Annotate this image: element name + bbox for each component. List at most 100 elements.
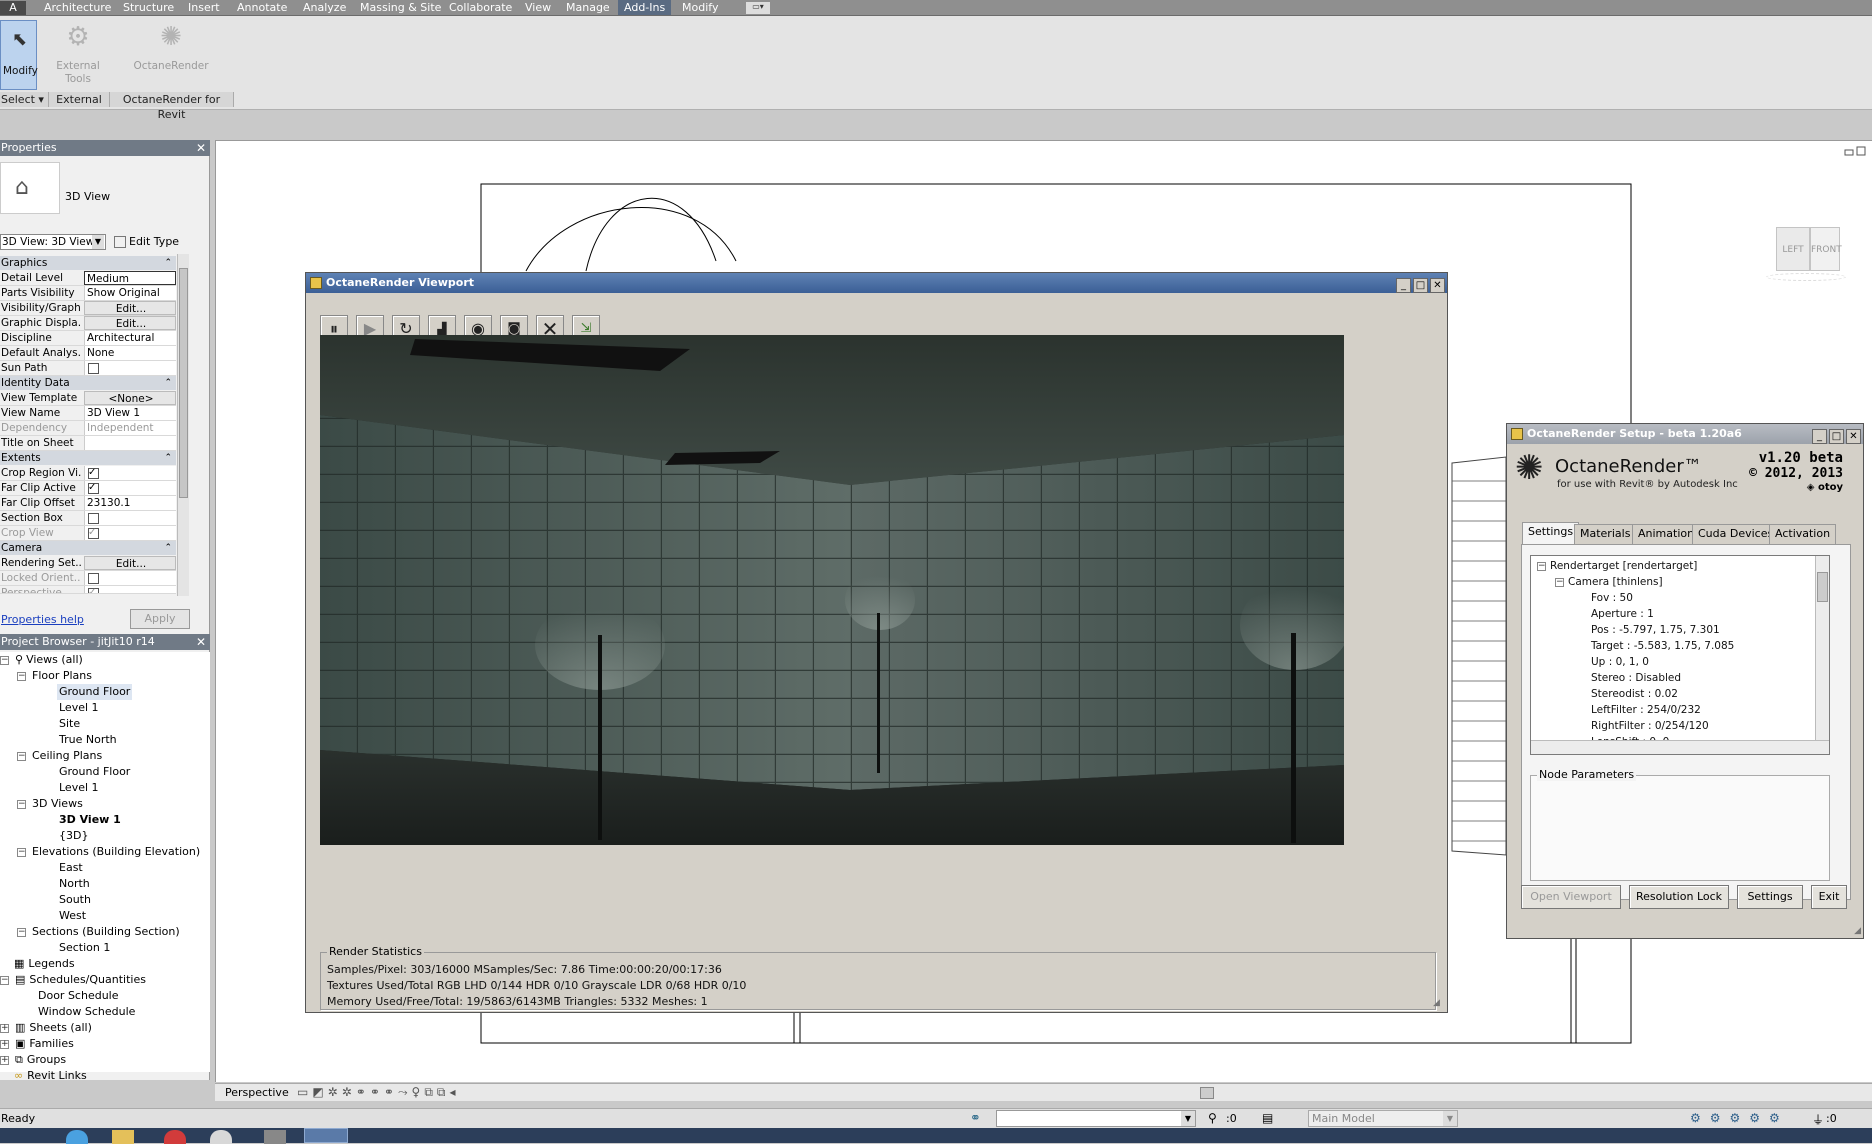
prop-value[interactable]: Medium [84, 271, 176, 285]
menu-manage[interactable]: Manage [566, 1, 610, 14]
menu-add-ins[interactable]: Add-Ins [618, 0, 672, 15]
expand-icon[interactable]: + [0, 1055, 9, 1065]
design-option-dropdown[interactable]: Main Model ▼ [1308, 1110, 1458, 1127]
edit-button[interactable]: Edit... [84, 556, 176, 570]
collapse-icon[interactable]: − [17, 927, 26, 937]
tree-node[interactable]: − Floor Plans [17, 668, 92, 684]
tree-node[interactable]: ▦ Legends [14, 956, 75, 972]
tree-node[interactable]: −3D Views [17, 796, 83, 812]
tree-node[interactable]: Fov : 50 [1591, 590, 1633, 606]
scrollbar-thumb[interactable] [179, 268, 188, 498]
properties-scrollbar[interactable] [177, 254, 189, 596]
prop-value[interactable]: 23130.1 [84, 496, 176, 510]
restore-icon[interactable] [1844, 149, 1854, 156]
close-icon[interactable]: ✕ [1430, 278, 1445, 293]
menu-architecture[interactable]: Architecture [44, 1, 111, 14]
menu-structure[interactable]: Structure [123, 1, 174, 14]
menu-view[interactable]: View [525, 1, 551, 14]
tree-node[interactable]: Door Schedule [38, 988, 119, 1004]
collapse-icon[interactable]: − [0, 975, 9, 985]
prop-row[interactable]: Rendering Set... Edit... [0, 556, 176, 571]
resolution-lock-button[interactable]: Resolution Lock [1629, 885, 1729, 909]
minimize-icon[interactable]: _ [1812, 429, 1827, 444]
close-icon[interactable]: ✕ [196, 634, 206, 650]
viewcube-compass-ring[interactable] [1766, 273, 1846, 281]
collapse-icon[interactable]: − [1555, 577, 1564, 587]
prop-row[interactable]: Detail Level Medium [0, 271, 176, 286]
taskbar-app-icon[interactable] [210, 1130, 232, 1144]
section-graphics[interactable]: Graphics ⌃ [0, 256, 176, 270]
prop-row[interactable]: Title on Sheet [0, 436, 176, 451]
prop-row[interactable]: Discipline Architectural [0, 331, 176, 346]
external-tools-button[interactable]: ⚙ External Tools [52, 22, 104, 86]
prop-row[interactable]: View Template <None> [0, 391, 176, 406]
design-options-icon[interactable]: ▤ [1262, 1111, 1273, 1125]
prop-row[interactable]: Sun Path [0, 361, 176, 376]
apply-button[interactable]: Apply [130, 609, 190, 629]
tree-node[interactable]: Stereo : Disabled [1591, 670, 1681, 686]
tree-node-selected[interactable]: Ground Floor [57, 684, 133, 700]
editable-only-icon[interactable]: ⚲ [1208, 1111, 1217, 1125]
tree-node[interactable]: Window Schedule [38, 1004, 135, 1020]
prop-value[interactable]: 3D View 1 [84, 406, 176, 420]
edit-button[interactable]: Edit... [84, 301, 176, 315]
tree-node-active-view[interactable]: 3D View 1 [59, 812, 121, 828]
horizontal-scroll-thumb[interactable] [1200, 1087, 1214, 1099]
prop-row[interactable]: Visibility/Graph...Edit... [0, 301, 176, 316]
collapse-icon[interactable]: − [0, 655, 9, 665]
tree-node[interactable]: − Elevations (Building Elevation) [17, 844, 200, 860]
tree-node[interactable]: Section 1 [59, 940, 110, 956]
tree-node[interactable]: − Sections (Building Section) [17, 924, 180, 940]
tree-node[interactable]: ∞ Revit Links [14, 1068, 87, 1084]
tree-node[interactable]: East [59, 860, 83, 876]
edit-button[interactable]: Edit... [84, 316, 176, 330]
workset-dropdown[interactable]: ▼ [996, 1110, 1196, 1127]
prop-row[interactable]: Parts Visibility Show Original [0, 286, 176, 301]
prop-value[interactable]: Show Original [84, 286, 176, 300]
close-icon[interactable]: ✕ [196, 140, 206, 156]
viewcube[interactable]: LEFT FRONT [1766, 213, 1846, 287]
viewcube-left-face[interactable]: LEFT [1776, 227, 1810, 271]
prop-row[interactable]: Far Clip Active [0, 481, 176, 496]
open-viewport-button[interactable]: Open Viewport [1521, 885, 1621, 909]
tab-settings[interactable]: Settings [1522, 522, 1580, 545]
tree-node[interactable]: North [59, 876, 90, 892]
menu-insert[interactable]: Insert [188, 1, 220, 14]
menu-collaborate[interactable]: Collaborate [449, 1, 512, 14]
viewcube-front-face[interactable]: FRONT [1810, 227, 1842, 271]
worksets-icon[interactable]: ⚭ [970, 1111, 981, 1126]
collapse-icon[interactable]: − [17, 847, 26, 857]
edit-type-button[interactable]: Edit Type [114, 234, 179, 250]
prop-value[interactable]: Architectural [84, 331, 176, 345]
taskbar-app-icon[interactable] [66, 1130, 88, 1144]
tree-node[interactable]: + ▣ Families [0, 1036, 74, 1052]
settings-button[interactable]: Settings [1737, 885, 1803, 909]
tree-node[interactable]: South [59, 892, 91, 908]
tree-node[interactable]: Up : 0, 1, 0 [1591, 654, 1649, 670]
collapse-icon[interactable]: − [17, 799, 26, 809]
tree-node[interactable]: {3D} [59, 828, 88, 844]
tree-node[interactable]: RightFilter : 0/254/120 [1591, 718, 1709, 734]
tree-node[interactable]: + ⧉ Groups [0, 1052, 66, 1068]
prop-value[interactable] [84, 436, 176, 450]
view-type-selector[interactable]: 3D View: 3D View ▼ [0, 234, 106, 250]
tree-node[interactable]: + ▥ Sheets (all) [0, 1020, 92, 1036]
menu-modify[interactable]: Modify [682, 1, 718, 14]
minimize-icon[interactable]: _ [1396, 278, 1411, 293]
resize-grip-icon[interactable]: ◢ [1433, 998, 1445, 1010]
tree-node[interactable]: Stereodist : 0.02 [1591, 686, 1678, 702]
selection-filter-icons[interactable]: ⚙⚙⚙⚙⚙ [1690, 1111, 1789, 1125]
section-extents[interactable]: Extents ⌃ [0, 451, 176, 465]
taskbar-app-active[interactable] [304, 1128, 348, 1143]
properties-help-link[interactable]: Properties help [1, 613, 84, 626]
far-clip-checkbox[interactable] [84, 481, 176, 495]
taskbar-app-icon[interactable] [164, 1130, 186, 1144]
modify-button[interactable]: ⬉ Modify [0, 20, 38, 90]
tree-vertical-scrollbar[interactable] [1815, 556, 1829, 740]
menu-analyze[interactable]: Analyze [303, 1, 346, 14]
collapse-icon[interactable]: − [17, 751, 26, 761]
menu-massing-site[interactable]: Massing & Site [360, 1, 441, 14]
collapse-icon[interactable]: − [17, 671, 26, 681]
octane-viewport-titlebar[interactable]: OctaneRender Viewport _ □ ✕ [306, 273, 1447, 293]
tree-node[interactable]: Aperture : 1 [1591, 606, 1654, 622]
